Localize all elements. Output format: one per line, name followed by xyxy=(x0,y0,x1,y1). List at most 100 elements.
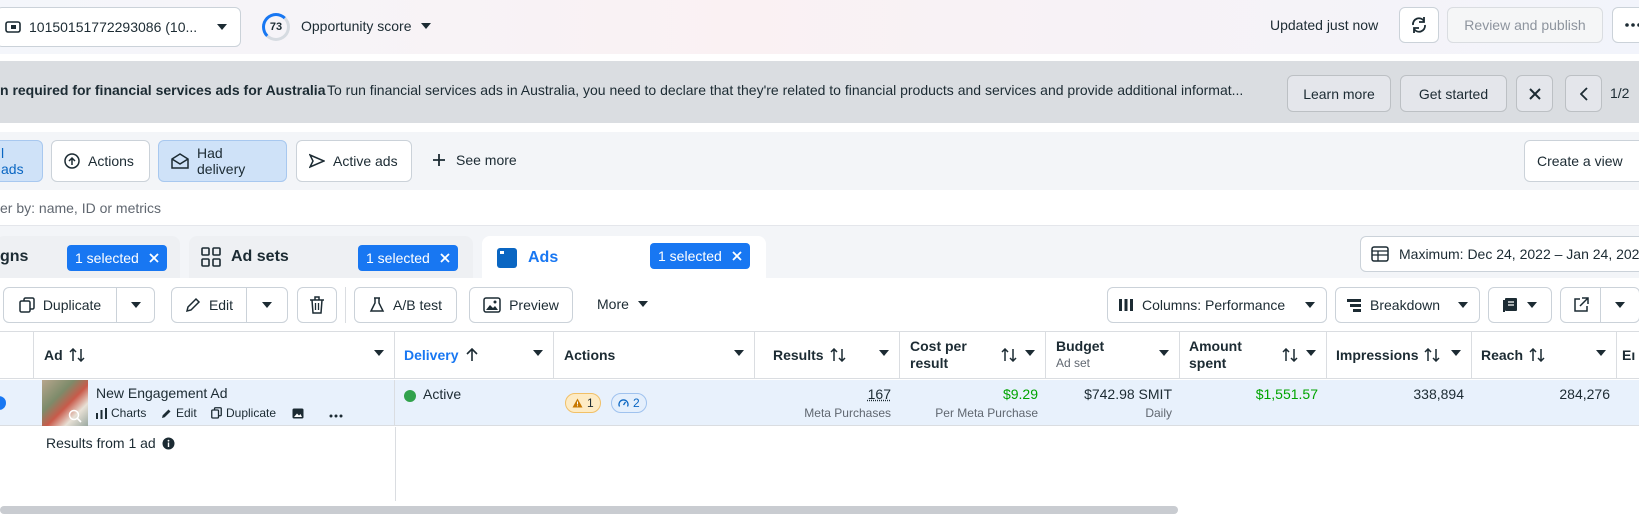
chevron-down-icon[interactable] xyxy=(734,350,744,357)
sort-icon xyxy=(69,348,85,362)
budget-value[interactable]: $742.98 SMIT xyxy=(1084,386,1172,402)
charts-label: Charts xyxy=(111,406,146,420)
refresh-button[interactable] xyxy=(1399,7,1439,43)
filter-bar[interactable]: er by: name, ID or metrics xyxy=(0,190,1639,226)
create-view-button[interactable]: Create a view xyxy=(1524,140,1639,182)
header-actions[interactable]: Actions xyxy=(554,331,755,379)
view-had-delivery[interactable]: Had delivery xyxy=(158,140,287,182)
header-delivery[interactable]: Delivery xyxy=(395,331,554,379)
top-bar xyxy=(0,0,1639,54)
chevron-down-icon xyxy=(1526,301,1538,309)
ab-test-button[interactable]: A/B test xyxy=(354,287,457,323)
chevron-down-icon xyxy=(637,300,649,308)
chevron-down-icon[interactable] xyxy=(1025,350,1035,357)
reports-dropdown[interactable] xyxy=(1488,287,1552,323)
impressions-value: 338,894 xyxy=(1413,386,1464,402)
opportunity-score-dropdown[interactable]: Opportunity score xyxy=(301,18,432,34)
warning-badge[interactable]: 1 xyxy=(565,393,601,413)
view-actions[interactable]: Actions xyxy=(51,140,150,182)
horizontal-scrollbar-thumb[interactable] xyxy=(0,506,1178,514)
delete-button[interactable] xyxy=(297,287,337,323)
recommendations-count: 2 xyxy=(633,396,640,410)
more-options-button[interactable] xyxy=(1612,7,1639,43)
table-row[interactable]: New Engagement Ad Charts Edit Duplicate … xyxy=(0,380,1639,426)
chevron-down-icon xyxy=(420,22,432,30)
header-reach[interactable]: Reach xyxy=(1472,331,1617,379)
header-impressions[interactable]: Impressions xyxy=(1327,331,1472,379)
duplicate-icon xyxy=(211,407,222,419)
header-spent-line2: spent xyxy=(1189,355,1242,372)
results-value[interactable]: 167 xyxy=(868,386,891,402)
info-icon[interactable] xyxy=(162,437,175,450)
close-icon[interactable] xyxy=(732,251,742,261)
chevron-down-icon[interactable] xyxy=(374,350,384,357)
chevron-down-icon xyxy=(1457,301,1469,309)
ad-name[interactable]: New Engagement Ad xyxy=(96,385,228,401)
more-dropdown[interactable]: More xyxy=(597,296,649,312)
grid-icon xyxy=(201,247,221,267)
close-icon[interactable] xyxy=(440,253,450,263)
chevron-down-icon[interactable] xyxy=(1596,350,1606,357)
header-budget-sub: Ad set xyxy=(1056,355,1104,372)
opportunity-score-ring[interactable]: 73 xyxy=(262,13,290,41)
recommendations-badge[interactable]: 2 xyxy=(611,393,647,413)
row-duplicate-link[interactable]: Duplicate xyxy=(211,406,276,420)
chevron-down-icon[interactable] xyxy=(533,350,543,357)
close-banner-button[interactable] xyxy=(1516,75,1553,112)
view-all-ads[interactable]: l ads xyxy=(0,140,43,182)
view-active-ads[interactable]: Active ads xyxy=(296,140,412,182)
get-started-button[interactable]: Get started xyxy=(1400,75,1507,112)
toolbar-divider xyxy=(345,287,346,323)
adsets-selected-pill[interactable]: 1 selected xyxy=(358,245,458,271)
chevron-down-icon[interactable] xyxy=(1159,350,1169,357)
reports-icon xyxy=(1502,297,1518,313)
see-more-button[interactable]: See more xyxy=(432,152,517,168)
account-id: 10150151772293086 (10... xyxy=(29,19,197,35)
edit-button[interactable]: Edit xyxy=(171,287,247,323)
row-edit-link[interactable]: Edit xyxy=(161,406,197,420)
close-icon[interactable] xyxy=(149,253,159,263)
review-publish-button[interactable]: Review and publish xyxy=(1447,7,1603,43)
charts-link[interactable]: Charts xyxy=(96,406,146,420)
delivery-status-dot xyxy=(404,390,416,402)
warning-count: 1 xyxy=(587,396,594,410)
chevron-down-icon[interactable] xyxy=(1451,350,1461,357)
chevron-down-icon[interactable] xyxy=(879,350,889,357)
columns-dropdown[interactable]: Columns: Performance xyxy=(1107,287,1327,323)
campaigns-selected-pill[interactable]: 1 selected xyxy=(67,245,167,271)
duplicate-button[interactable]: Duplicate xyxy=(3,287,117,323)
header-budget[interactable]: Budget Ad set xyxy=(1046,331,1180,379)
header-results-label: Results xyxy=(773,347,824,363)
ad-window-icon xyxy=(496,247,518,269)
flask-icon xyxy=(369,297,385,313)
more-horizontal-icon[interactable] xyxy=(329,414,343,418)
banner-text: To run financial services ads in Austral… xyxy=(327,82,1272,98)
header-next-column[interactable]: Eı xyxy=(1617,331,1639,379)
header-ad[interactable]: Ad xyxy=(34,331,395,379)
export-button[interactable] xyxy=(1560,287,1601,323)
edit-dropdown[interactable] xyxy=(246,287,288,323)
breakdown-icon xyxy=(1346,298,1362,312)
preview-button[interactable]: Preview xyxy=(469,287,573,323)
campaigns-selected-label: 1 selected xyxy=(75,250,139,266)
header-results[interactable]: Results xyxy=(755,331,900,379)
learn-more-button[interactable]: Learn more xyxy=(1287,75,1391,112)
banner-title: n required for financial services ads fo… xyxy=(0,82,325,98)
header-amount-spent[interactable]: Amount spent xyxy=(1180,331,1327,379)
account-selector[interactable]: 10150151772293086 (10... xyxy=(0,7,241,47)
export-dropdown[interactable] xyxy=(1600,287,1639,323)
breakdown-dropdown[interactable]: Breakdown xyxy=(1335,287,1480,323)
duplicate-dropdown[interactable] xyxy=(116,287,155,323)
header-cost-per-result[interactable]: Cost per result xyxy=(900,331,1046,379)
header-next-label: Eı xyxy=(1622,347,1635,363)
tab-ads-label: Ads xyxy=(528,249,558,267)
sort-icon xyxy=(1424,348,1440,362)
image-icon[interactable] xyxy=(292,408,304,419)
ads-selected-pill[interactable]: 1 selected xyxy=(650,243,750,269)
header-reach-label: Reach xyxy=(1481,347,1523,363)
date-range-picker[interactable]: Maximum: Dec 24, 2022 – Jan 24, 202 xyxy=(1360,236,1639,272)
chevron-left-icon xyxy=(1580,87,1588,101)
chevron-down-icon[interactable] xyxy=(1306,350,1316,357)
banner-prev-button[interactable] xyxy=(1565,75,1602,112)
ad-thumbnail[interactable] xyxy=(42,380,88,426)
